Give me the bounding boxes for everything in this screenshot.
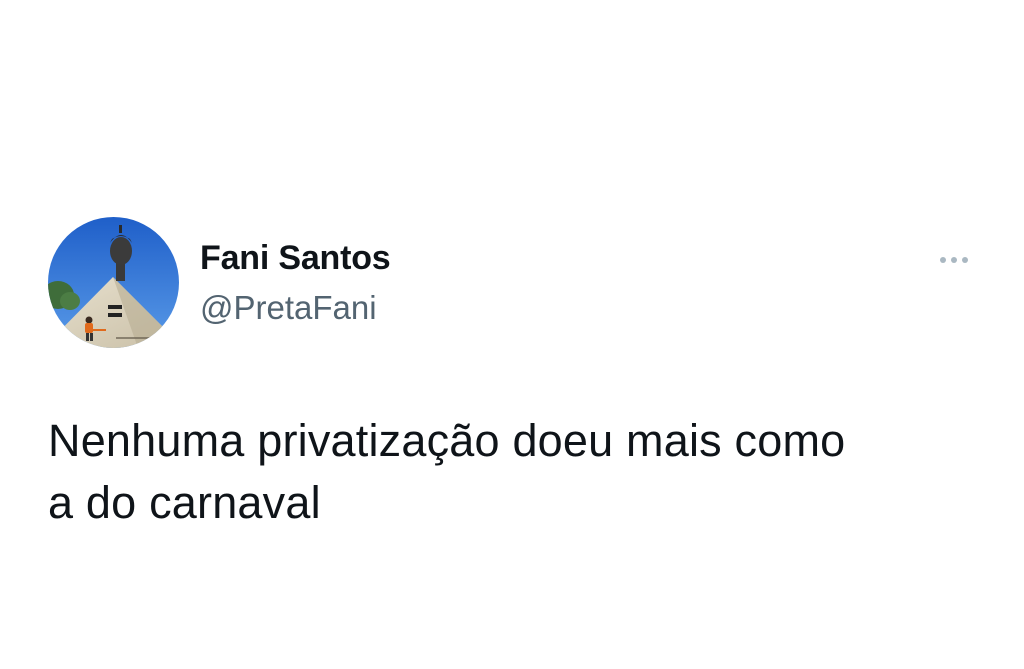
statue-bust-avatar-icon (48, 217, 179, 348)
more-options-icon (940, 257, 946, 263)
more-options-icon-dot (962, 257, 968, 263)
author-handle[interactable]: @PretaFani (200, 289, 377, 327)
tweet-text: Nenhuma privatização doeu mais como a do… (48, 410, 1008, 534)
tweet-text-line: a do carnaval (48, 477, 321, 528)
more-options-button[interactable] (932, 248, 976, 272)
avatar[interactable] (48, 217, 179, 348)
tweet-text-line: Nenhuma privatização doeu mais como (48, 415, 846, 466)
more-options-icon-dot (951, 257, 957, 263)
author-display-name[interactable]: Fani Santos (200, 239, 391, 278)
tweet-card: Fani Santos @PretaFani Nenhuma privatiza… (0, 0, 1024, 669)
